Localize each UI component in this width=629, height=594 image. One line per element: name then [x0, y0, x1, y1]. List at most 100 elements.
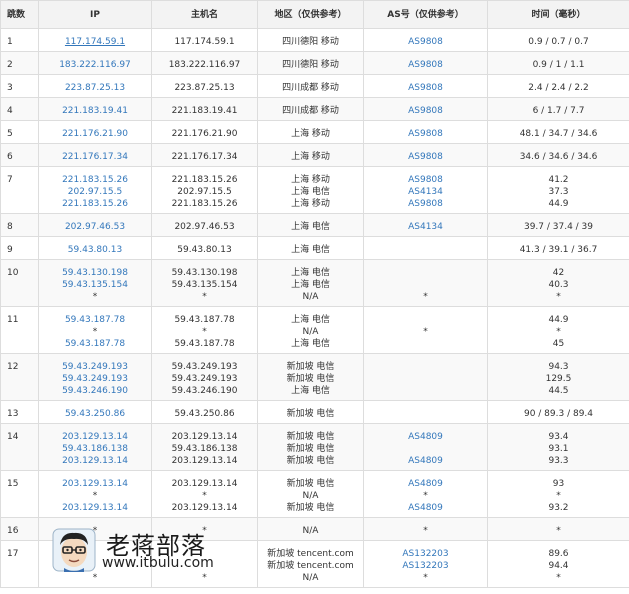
- ip-link[interactable]: 59.43.80.13: [42, 244, 148, 256]
- hostname-cell: 221.183.19.41: [151, 97, 258, 121]
- table-row: 8 202.97.46.53 202.97.46.53 上海 电信 AS4134 39.7…: [0, 213, 629, 237]
- region-cell: 新加坡 电信 新加坡 电信 新加坡 电信: [257, 423, 364, 471]
- ip-cell: 59.43.250.86: [38, 400, 152, 424]
- as-link[interactable]: AS9808: [367, 82, 484, 94]
- hop-number: 9: [0, 236, 39, 260]
- time-cell: 39.7 / 37.4 / 39: [487, 213, 629, 237]
- as-cell: AS9808: [363, 74, 488, 98]
- table-row: 16 * * N/A * *: [0, 517, 629, 541]
- as-link[interactable]: AS132203: [367, 548, 484, 560]
- region-cell: 新加坡 电信 新加坡 电信 上海 电信: [257, 353, 364, 401]
- as-link[interactable]: AS9808: [367, 151, 484, 163]
- region-cell: 上海 电信 上海 电信 N/A: [257, 259, 364, 307]
- time-cell: 2.4 / 2.4 / 2.2: [487, 74, 629, 98]
- table-row: 2 183.222.116.97 183.222.116.97 四川德阳 移动 AS98…: [0, 51, 629, 75]
- region-value: 四川成都 移动: [282, 106, 339, 116]
- time-value: 93.1: [548, 444, 569, 454]
- ip-link[interactable]: 223.87.25.13: [42, 82, 148, 94]
- region-value: 四川成都 移动: [282, 83, 339, 93]
- as-cell: [363, 236, 488, 260]
- as-cell: AS132203 AS132203 *: [363, 540, 488, 588]
- as-link[interactable]: AS132203: [367, 560, 484, 572]
- ip-link[interactable]: 221.183.15.26: [42, 174, 148, 186]
- ip-cell: *: [38, 517, 152, 541]
- hostname-cell: 59.43.130.198 59.43.135.154 *: [151, 259, 258, 307]
- ip-link[interactable]: 59.43.250.86: [42, 408, 148, 420]
- hop-number: 7: [0, 166, 39, 214]
- ip-link[interactable]: 202.97.46.53: [42, 221, 148, 233]
- host-value: 202.97.46.53: [174, 222, 235, 232]
- hostname-cell: 59.43.249.193 59.43.249.193 59.43.246.190: [151, 353, 258, 401]
- as-link[interactable]: AS9808: [367, 36, 484, 48]
- ip-link[interactable]: 221.176.17.34: [42, 151, 148, 163]
- ip-cell: 59.43.249.193 59.43.249.193 59.43.246.190: [38, 353, 152, 401]
- ip-link[interactable]: 117.174.59.1: [42, 36, 148, 48]
- region-cell: 四川成都 移动: [257, 97, 364, 121]
- ip-link[interactable]: 202.97.15.5: [42, 186, 148, 198]
- ip-cell: *: [38, 540, 152, 588]
- ip-cell: 221.183.19.41: [38, 97, 152, 121]
- table-row: 14 203.129.13.14 59.43.186.138 203.129.13.1…: [0, 423, 629, 471]
- as-link[interactable]: AS9808: [367, 105, 484, 117]
- time-cell: 34.6 / 34.6 / 34.6: [487, 143, 629, 167]
- as-cell: AS4134: [363, 213, 488, 237]
- hostname-cell: 59.43.250.86: [151, 400, 258, 424]
- hop-number: 15: [0, 470, 39, 518]
- as-link[interactable]: AS4809: [367, 431, 484, 443]
- time-value: 93.2: [548, 503, 569, 513]
- ip-link[interactable]: 59.43.249.193: [42, 361, 148, 373]
- ip-link[interactable]: 59.43.130.198: [42, 267, 148, 279]
- ip-link[interactable]: 221.176.21.90: [42, 128, 148, 140]
- ip-link[interactable]: 203.129.13.14: [42, 478, 148, 490]
- time-value: 40.3: [548, 280, 569, 290]
- as-link[interactable]: AS9808: [367, 174, 484, 186]
- region-value: N/A: [302, 327, 319, 337]
- ip-link[interactable]: 203.129.13.14: [42, 502, 148, 514]
- ip-link[interactable]: 221.183.19.41: [42, 105, 148, 117]
- as-value: *: [423, 292, 428, 302]
- ip-link[interactable]: 59.43.135.154: [42, 279, 148, 291]
- as-link[interactable]: AS4134: [367, 221, 484, 233]
- as-cell: AS9808: [363, 120, 488, 144]
- as-link[interactable]: AS9808: [367, 128, 484, 140]
- time-value: *: [556, 292, 561, 302]
- host-value: 117.174.59.1: [174, 37, 235, 47]
- hop-number: 16: [0, 517, 39, 541]
- ip-link[interactable]: 203.129.13.14: [42, 455, 148, 467]
- ip-link[interactable]: 183.222.116.97: [42, 59, 148, 71]
- as-link[interactable]: AS4809: [367, 502, 484, 514]
- region-cell: 新加坡 电信 N/A 新加坡 电信: [257, 470, 364, 518]
- as-value: [367, 361, 484, 373]
- ip-link[interactable]: 59.43.187.78: [42, 338, 148, 350]
- as-cell: AS4809 * AS4809: [363, 470, 488, 518]
- time-value: 44.5: [548, 386, 569, 396]
- time-value: 39.7 / 37.4 / 39: [523, 222, 594, 232]
- host-value: 202.97.15.5: [177, 187, 232, 197]
- table-row: 15 203.129.13.14 * 203.129.13.14 203.129.13.…: [0, 470, 629, 518]
- region-value: N/A: [302, 491, 319, 501]
- table-row: 13 59.43.250.86 59.43.250.86 新加坡 电信 90 / 89.…: [0, 400, 629, 424]
- ip-link[interactable]: 203.129.13.14: [42, 431, 148, 443]
- as-link[interactable]: AS4134: [367, 186, 484, 198]
- traceroute-table: 跳数 IP 主机名 地区（仅供参考） AS号（仅供参考） 时间（毫秒） 1 117…: [0, 0, 629, 588]
- ip-link[interactable]: 59.43.246.190: [42, 385, 148, 397]
- table-row: 12 59.43.249.193 59.43.249.193 59.43.246.19…: [0, 353, 629, 401]
- as-link[interactable]: AS9808: [367, 198, 484, 210]
- time-value: 44.9: [548, 315, 569, 325]
- as-link[interactable]: AS4809: [367, 478, 484, 490]
- host-value: 221.176.17.34: [171, 152, 238, 162]
- as-cell: AS4809 AS4809: [363, 423, 488, 471]
- ip-link[interactable]: 221.183.15.26: [42, 198, 148, 210]
- as-value: [367, 385, 484, 397]
- table-body: 1 117.174.59.1 117.174.59.1 四川德阳 移动 AS9808 0.…: [0, 28, 629, 588]
- ip-link[interactable]: 59.43.249.193: [42, 373, 148, 385]
- ip-link[interactable]: 59.43.187.78: [42, 314, 148, 326]
- region-cell: 四川德阳 移动: [257, 28, 364, 52]
- as-link[interactable]: AS9808: [367, 59, 484, 71]
- ip-link[interactable]: 59.43.186.138: [42, 443, 148, 455]
- ip-cell: 221.176.17.34: [38, 143, 152, 167]
- hop-number: 12: [0, 353, 39, 401]
- host-value: 203.129.13.14: [171, 479, 238, 489]
- as-link[interactable]: AS4809: [367, 455, 484, 467]
- region-cell: 上海 移动 上海 电信 上海 移动: [257, 166, 364, 214]
